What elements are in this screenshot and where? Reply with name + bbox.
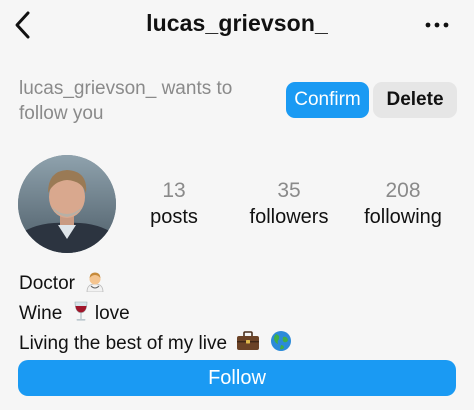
bio-line-3: Living the best of my live — [19, 330, 292, 360]
posts-stat: 13 posts — [138, 178, 210, 230]
profile-bio: Doctor Wine love Living the best of my l… — [19, 270, 292, 360]
posts-count: 13 — [162, 179, 186, 202]
follow-request-text: lucas_grievson_ wants to follow you — [19, 78, 233, 124]
more-horizontal-icon — [425, 22, 449, 28]
bio-love-text: love — [94, 303, 130, 324]
profile-header: lucas_grievson_ — [0, 0, 474, 50]
following-count: 208 — [385, 179, 421, 202]
following-stat[interactable]: 208 following — [356, 178, 450, 230]
doctor-emoji-icon — [84, 270, 106, 300]
profile-avatar[interactable] — [18, 155, 116, 253]
delete-request-button[interactable]: Delete — [373, 82, 457, 118]
wine-glass-emoji-icon — [72, 300, 90, 330]
bio-living-text: Living the best of my live — [19, 333, 228, 354]
follow-button[interactable]: Follow — [18, 360, 456, 396]
followers-label: followers — [249, 206, 329, 228]
followers-stat[interactable]: 35 followers — [240, 178, 338, 230]
bio-wine-text: Wine — [19, 303, 63, 324]
briefcase-emoji-icon — [236, 330, 260, 360]
bio-line-1: Doctor — [19, 270, 292, 300]
profile-username-title: lucas_grievson_ — [146, 10, 328, 36]
following-label: following — [364, 206, 442, 228]
bio-line-2: Wine love — [19, 300, 292, 330]
followers-count: 35 — [277, 179, 301, 202]
confirm-request-button[interactable]: Confirm — [286, 82, 369, 118]
posts-label: posts — [150, 206, 198, 228]
bio-doctor-text: Doctor — [19, 273, 75, 294]
globe-emoji-icon — [270, 330, 292, 360]
more-options-button[interactable] — [422, 14, 452, 36]
